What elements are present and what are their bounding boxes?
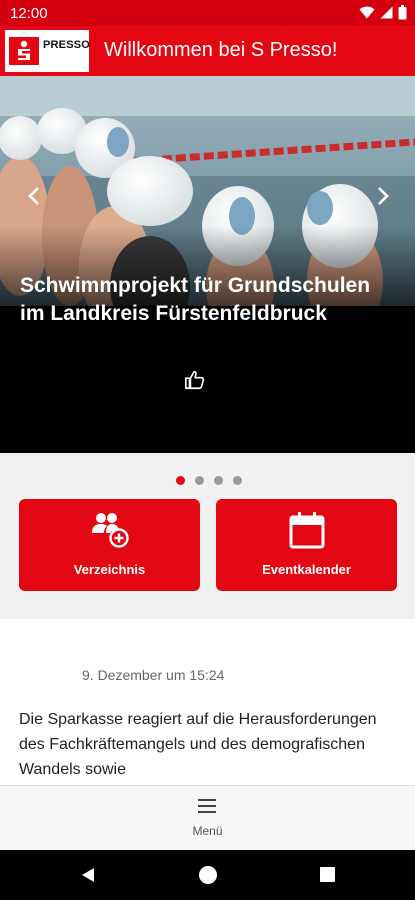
status-icons xyxy=(359,5,407,20)
directory-tile-label: Verzeichnis xyxy=(73,562,146,577)
carousel-dot-4[interactable] xyxy=(233,476,242,485)
cellular-signal-icon xyxy=(380,6,393,19)
chevron-left-icon xyxy=(28,187,39,205)
directory-tile-button[interactable]: Verzeichnis xyxy=(19,499,200,591)
menu-label: Menü xyxy=(192,824,223,838)
recent-apps-icon[interactable] xyxy=(320,867,335,882)
app-bar: PRESSO Willkommen bei S Presso! xyxy=(0,26,415,76)
hamburger-menu-icon xyxy=(198,799,216,813)
carousel-prev-button[interactable] xyxy=(23,181,45,211)
system-navigation-bar xyxy=(0,850,415,900)
news-carousel[interactable]: Schwimmprojekt für Grundschulen im Landk… xyxy=(0,76,415,453)
carousel-dot-3[interactable] xyxy=(214,476,223,485)
carousel-next-button[interactable] xyxy=(372,181,394,211)
back-icon[interactable] xyxy=(80,867,96,883)
carousel-title[interactable]: Schwimmprojekt für Grundschulen im Landk… xyxy=(20,272,400,328)
status-time: 12:00 xyxy=(10,5,48,22)
sparkasse-logo-icon xyxy=(9,37,39,65)
carousel-indicator xyxy=(176,476,242,485)
logo-text: PRESSO xyxy=(43,39,91,51)
user-group-add-icon xyxy=(92,513,129,548)
page-title: Willkommen bei S Presso! xyxy=(104,39,338,61)
app-logo: PRESSO xyxy=(5,30,91,72)
carousel-dot-1[interactable] xyxy=(176,476,185,485)
event-calendar-tile-label: Eventkalender xyxy=(262,562,351,577)
post-date: 9. Dezember um 15:24 xyxy=(82,667,225,683)
battery-icon xyxy=(398,5,407,20)
chevron-right-icon xyxy=(378,187,389,205)
menu-button[interactable]: Menü xyxy=(170,794,245,844)
quick-actions-section: Verzeichnis Eventkalender xyxy=(0,453,415,619)
wifi-icon xyxy=(359,6,375,19)
thumbs-up-icon[interactable] xyxy=(184,369,206,391)
calendar-icon xyxy=(289,512,325,549)
bottom-navigation: Menü xyxy=(0,785,415,850)
news-feed[interactable]: 9. Dezember um 15:24 Die Sparkasse reagi… xyxy=(0,619,415,785)
status-bar: 12:00 xyxy=(0,0,415,26)
event-calendar-tile-button[interactable]: Eventkalender xyxy=(216,499,397,591)
home-icon[interactable] xyxy=(199,866,217,884)
post-text: Die Sparkasse reagiert auf die Herausfor… xyxy=(19,711,377,778)
carousel-dot-2[interactable] xyxy=(195,476,204,485)
